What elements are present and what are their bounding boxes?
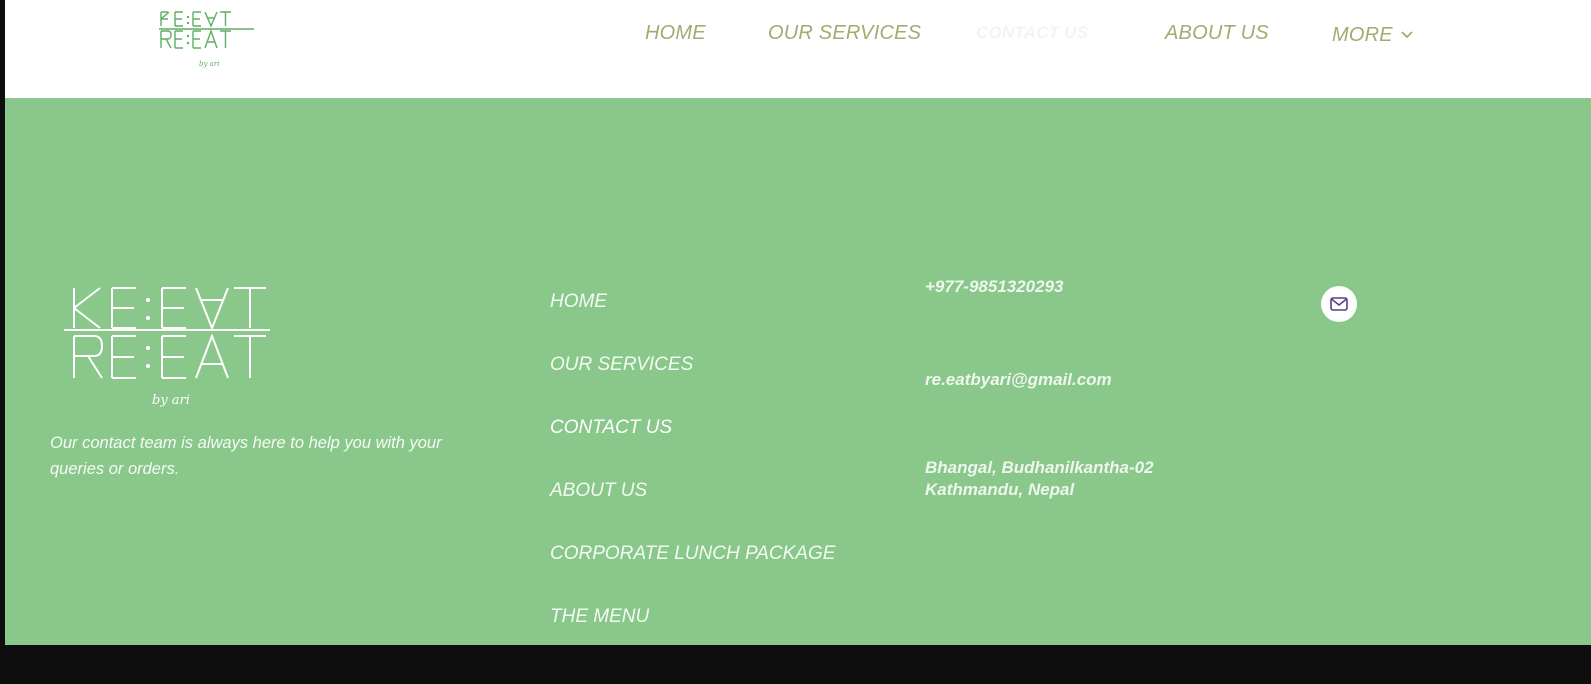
footer-nav-home[interactable]: HOME (550, 291, 607, 313)
site-footer: by ari Our contact team is always here t… (5, 98, 1591, 645)
contact-phone[interactable]: +977-9851320293 (925, 276, 1064, 298)
footer-nav-about-us[interactable]: ABOUT US (550, 480, 647, 502)
footer-tagline: Our contact team is always here to help … (50, 434, 442, 478)
footer-nav-contact-us[interactable]: CONTACT US (550, 417, 672, 439)
nav-about-us[interactable]: ABOUT US (1165, 22, 1269, 45)
nav-our-services[interactable]: OUR SERVICES (768, 22, 921, 45)
svg-text:by ari: by ari (152, 393, 190, 408)
site-header: by ari HOME OUR SERVICES CONTACT US ABOU… (5, 0, 1591, 98)
nav-more[interactable]: MORE (1332, 22, 1413, 47)
footer-nav-corporate-lunch-package[interactable]: CORPORATE LUNCH PACKAGE (550, 543, 835, 565)
footer-nav-the-menu[interactable]: THE MENU (550, 606, 649, 628)
contact-address: Bhangal, Budhanilkantha-02 Kathmandu, Ne… (925, 457, 1154, 501)
mail-icon-button[interactable] (1321, 286, 1357, 322)
contact-email[interactable]: re.eatbyari@gmail.com (925, 369, 1112, 391)
mail-icon (1330, 297, 1348, 311)
nav-contact-us[interactable]: CONTACT US (976, 22, 1088, 44)
chevron-down-icon (1401, 22, 1413, 45)
nav-more-label: MORE (1332, 24, 1393, 46)
address-line-1: Bhangal, Budhanilkantha-02 (925, 458, 1154, 477)
svg-text:by ari: by ari (199, 60, 219, 68)
nav-home[interactable]: HOME (645, 22, 706, 45)
footer-nav-our-services[interactable]: OUR SERVICES (550, 354, 693, 376)
address-line-2: Kathmandu, Nepal (925, 480, 1075, 499)
footer-logo[interactable]: by ari (62, 286, 282, 416)
main-nav: HOME OUR SERVICES CONTACT US ABOUT US MO… (5, 22, 1591, 52)
